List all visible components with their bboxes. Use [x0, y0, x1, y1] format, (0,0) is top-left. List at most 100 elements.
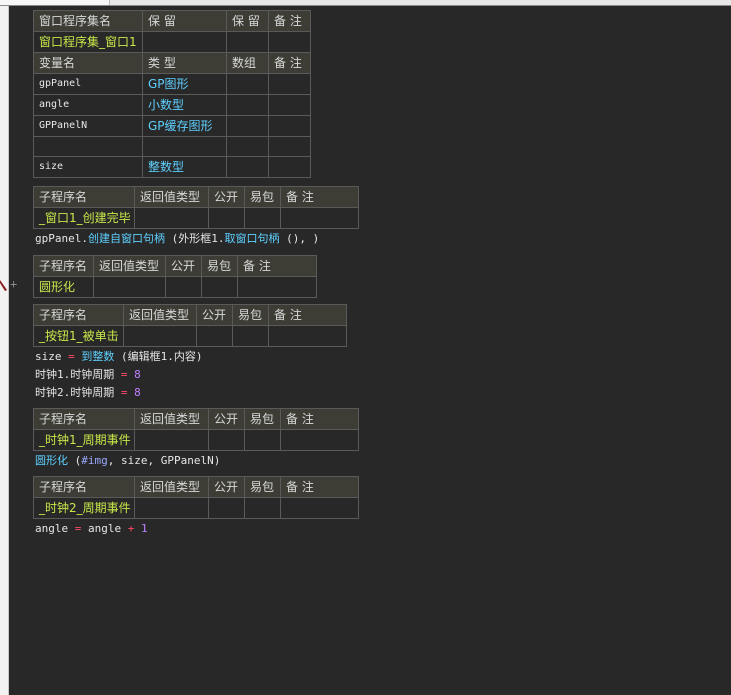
table-row: gpPanel GP图形 — [33, 73, 311, 95]
var-name-cell[interactable]: GPPanelN — [33, 115, 143, 137]
note-cell[interactable] — [237, 276, 317, 298]
code-token: gpPanel. — [35, 232, 88, 245]
code-token: = — [68, 522, 88, 535]
var-array-cell[interactable] — [226, 73, 269, 95]
code-line[interactable]: gpPanel.创建自窗口句柄 (外形框1.取窗口句柄 (), ) — [35, 231, 319, 247]
var-type-cell[interactable]: GP缓存图形 — [142, 115, 227, 137]
easy-pack-cell[interactable] — [244, 429, 281, 451]
var-type-cell[interactable]: 小数型 — [142, 94, 227, 116]
subroutine-name-cell[interactable]: _时钟1_周期事件 — [33, 429, 135, 451]
var-note-cell[interactable] — [268, 136, 311, 157]
var-name-cell[interactable]: size — [33, 156, 143, 178]
header-cell: 返回值类型 — [123, 304, 197, 326]
easy-pack-cell[interactable] — [244, 207, 281, 229]
code-token: size — [35, 350, 62, 363]
header-cell: 子程序名 — [33, 408, 135, 430]
header-cell: 备 注 — [237, 255, 317, 277]
subroutine-row: _时钟1_周期事件 — [33, 429, 359, 451]
header-cell: 易包 — [201, 255, 238, 277]
public-cell[interactable] — [208, 207, 245, 229]
public-cell[interactable] — [196, 325, 233, 347]
subroutine-name-cell[interactable]: _窗口1_创建完毕 — [33, 207, 135, 229]
subroutine-header-row: 子程序名 返回值类型 公开 易包 备 注 — [33, 186, 359, 208]
assembly-name-cell[interactable]: 窗口程序集_窗口1 — [33, 31, 143, 53]
header-cell: 备 注 — [268, 10, 311, 32]
subroutine-name-cell[interactable]: 圆形化 — [33, 276, 94, 298]
easy-pack-cell[interactable] — [201, 276, 238, 298]
header-cell: 公开 — [208, 408, 245, 430]
var-array-cell[interactable] — [226, 136, 269, 157]
var-note-cell[interactable] — [268, 73, 311, 95]
var-type-cell[interactable]: GP图形 — [142, 73, 227, 95]
return-type-cell[interactable] — [134, 497, 209, 519]
subroutine-table: 子程序名 返回值类型 公开 易包 备 注 _时钟1_周期事件 — [33, 408, 359, 451]
var-array-cell[interactable] — [226, 115, 269, 137]
subroutine-header-row: 子程序名 返回值类型 公开 易包 备 注 — [33, 255, 317, 277]
return-type-cell[interactable] — [134, 429, 209, 451]
subroutine-name-cell[interactable]: _时钟2_周期事件 — [33, 497, 135, 519]
code-line[interactable]: 时钟2.时钟周期 = 8 — [35, 385, 141, 401]
var-name-cell[interactable] — [33, 136, 143, 157]
subroutine-header-row: 子程序名 返回值类型 公开 易包 备 注 — [33, 476, 359, 498]
header-cell: 易包 — [244, 408, 281, 430]
table-cell[interactable] — [268, 31, 311, 53]
return-type-cell[interactable] — [93, 276, 166, 298]
header-cell: 备 注 — [280, 408, 359, 430]
code-token: angle — [88, 522, 122, 535]
header-cell: 备 注 — [280, 476, 359, 498]
line-gutter — [0, 6, 9, 695]
tab-divider — [0, 5, 731, 6]
code-line[interactable]: 时钟1.时钟周期 = 8 — [35, 367, 141, 383]
table-row — [33, 136, 311, 157]
header-cell: 子程序名 — [33, 255, 94, 277]
code-line[interactable]: size = 到整数 (编辑框1.内容) — [35, 349, 203, 365]
header-cell: 备 注 — [268, 52, 311, 74]
code-token: , size, GPPanelN) — [107, 454, 221, 467]
header-cell: 易包 — [232, 304, 269, 326]
header-cell: 易包 — [244, 476, 281, 498]
subroutine-table: 子程序名 返回值类型 公开 易包 备 注 _按钮1_被单击 — [33, 304, 347, 347]
subroutine-name-cell[interactable]: _按钮1_被单击 — [33, 325, 124, 347]
code-token: (编辑框1.内容) — [114, 350, 203, 363]
var-array-cell[interactable] — [226, 94, 269, 116]
public-cell[interactable] — [208, 497, 245, 519]
return-type-cell[interactable] — [134, 207, 209, 229]
note-cell[interactable] — [280, 429, 359, 451]
var-array-cell[interactable] — [226, 156, 269, 178]
header-cell: 公开 — [196, 304, 233, 326]
var-note-cell[interactable] — [268, 115, 311, 137]
header-cell: 保 留 — [142, 10, 227, 32]
var-name-cell[interactable]: angle — [33, 94, 143, 116]
code-token: 1 — [141, 522, 148, 535]
header-cell: 子程序名 — [33, 304, 124, 326]
subroutine-row: _按钮1_被单击 — [33, 325, 347, 347]
var-type-cell[interactable]: 整数型 — [142, 156, 227, 178]
expand-plus-icon[interactable]: + — [10, 277, 17, 291]
return-type-cell[interactable] — [123, 325, 197, 347]
var-type-cell[interactable] — [142, 136, 227, 157]
var-note-cell[interactable] — [268, 94, 311, 116]
header-cell: 备 注 — [280, 186, 359, 208]
code-token: 取窗口句柄 — [224, 232, 280, 245]
code-token: #img — [81, 454, 108, 467]
header-cell: 返回值类型 — [134, 186, 209, 208]
easy-pack-cell[interactable] — [244, 497, 281, 519]
note-cell[interactable] — [280, 207, 359, 229]
code-line[interactable]: angle = angle + 1 — [35, 521, 148, 537]
public-cell[interactable] — [208, 429, 245, 451]
code-token: 8 — [134, 386, 141, 399]
note-cell[interactable] — [268, 325, 347, 347]
note-cell[interactable] — [280, 497, 359, 519]
public-cell[interactable] — [165, 276, 202, 298]
header-cell: 子程序名 — [33, 476, 135, 498]
code-token: = — [114, 368, 135, 381]
table-cell[interactable] — [226, 31, 269, 53]
var-name-cell[interactable]: gpPanel — [33, 73, 143, 95]
code-line[interactable]: 圆形化 (#img, size, GPPanelN) — [35, 453, 220, 469]
table-row: angle 小数型 — [33, 94, 311, 116]
code-token: 时钟1.时钟周期 — [35, 368, 115, 381]
easy-pack-cell[interactable] — [232, 325, 269, 347]
table-cell[interactable] — [142, 31, 227, 53]
header-cell: 保 留 — [226, 10, 269, 32]
var-note-cell[interactable] — [268, 156, 311, 178]
